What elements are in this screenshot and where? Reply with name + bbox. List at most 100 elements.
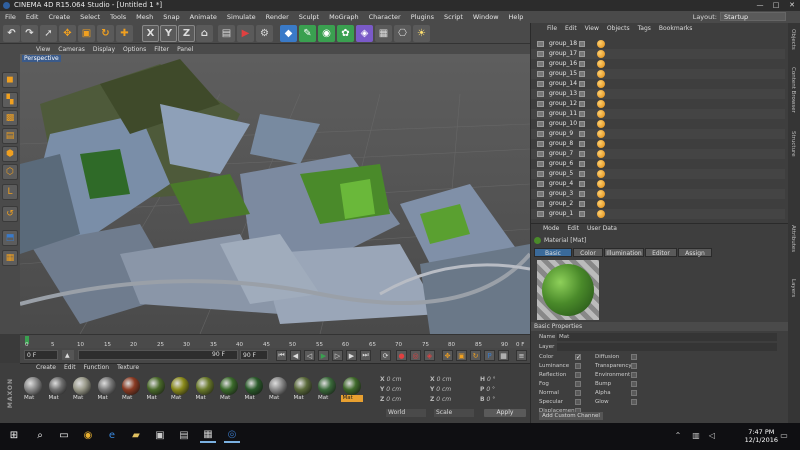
live-selection-icon[interactable]: ➚: [40, 25, 57, 42]
end-frame-field[interactable]: 90 F: [240, 350, 268, 360]
material-tag-icon[interactable]: [597, 50, 605, 58]
render-picture-viewer-icon[interactable]: ▶: [237, 25, 254, 42]
material-swatch[interactable]: Mat: [194, 376, 216, 402]
visibility-toggle-icon[interactable]: [579, 151, 585, 157]
channel-checkbox[interactable]: [575, 363, 581, 369]
object-row[interactable]: group_2: [531, 199, 785, 209]
loop-icon[interactable]: ⟳: [380, 350, 391, 361]
material-tag-icon[interactable]: [597, 80, 605, 88]
object-row[interactable]: group_10: [531, 119, 785, 129]
record-icon[interactable]: ●: [396, 350, 407, 361]
key-rotation-icon[interactable]: ↻: [470, 350, 481, 361]
subdivision-icon[interactable]: ◉: [318, 25, 335, 42]
visibility-toggle-icon[interactable]: [579, 161, 585, 167]
material-swatch[interactable]: Mat: [292, 376, 314, 402]
go-to-start-icon[interactable]: ⏮: [276, 350, 287, 361]
material-tag-icon[interactable]: [597, 100, 605, 108]
menu-edit[interactable]: Edit: [21, 11, 44, 23]
menu-tools[interactable]: Tools: [105, 11, 131, 23]
visibility-toggle-icon[interactable]: [579, 171, 585, 177]
name-field[interactable]: Mat: [557, 333, 777, 341]
apply-button[interactable]: Apply: [484, 409, 526, 417]
object-row[interactable]: group_4: [531, 179, 785, 189]
rotate-icon[interactable]: ↻: [97, 25, 114, 42]
menu-mesh[interactable]: Mesh: [131, 11, 158, 23]
menu-simulate[interactable]: Simulate: [222, 11, 261, 23]
locked-workplane-icon[interactable]: ▦: [2, 250, 18, 266]
channel-checkbox[interactable]: [575, 372, 581, 378]
close-button[interactable]: ✕: [784, 0, 800, 11]
channel-checkbox[interactable]: [631, 372, 637, 378]
visibility-toggle-icon[interactable]: [579, 81, 585, 87]
coord-size-y[interactable]: Y 0 cm: [428, 386, 478, 395]
object-menu-file[interactable]: File: [543, 25, 561, 35]
material-menu-texture[interactable]: Texture: [113, 364, 143, 373]
object-row[interactable]: group_17: [531, 49, 785, 59]
material-tag-icon[interactable]: [597, 110, 605, 118]
chevron-up-icon[interactable]: ⌃: [670, 427, 686, 443]
material-swatch[interactable]: Mat: [316, 376, 338, 402]
side-tab-attributes[interactable]: Attributes: [790, 225, 796, 252]
material-swatch[interactable]: Mat: [71, 376, 93, 402]
material-tag-icon[interactable]: [597, 210, 605, 218]
menu-help[interactable]: Help: [504, 11, 529, 23]
object-row[interactable]: group_9: [531, 129, 785, 139]
visibility-toggle-icon[interactable]: [579, 41, 585, 47]
coord-pos-z[interactable]: Z 0 cm: [378, 396, 428, 405]
material-tag-icon[interactable]: [597, 170, 605, 178]
material-tag-icon[interactable]: [597, 90, 605, 98]
start-frame-stepper[interactable]: ▲: [62, 350, 74, 360]
object-menu-bookmarks[interactable]: Bookmarks: [655, 25, 697, 35]
z-axis-lock-icon[interactable]: Z: [178, 25, 195, 42]
system-clock[interactable]: 7:47 PM 12/1/2016: [745, 428, 778, 444]
volume-icon[interactable]: ◁: [704, 427, 720, 443]
texture-mode-icon[interactable]: ▩: [2, 110, 18, 126]
coord-size-z[interactable]: Z 0 cm: [428, 396, 478, 405]
visibility-toggle-icon[interactable]: [579, 181, 585, 187]
material-tag-icon[interactable]: [597, 140, 605, 148]
object-row[interactable]: group_5: [531, 169, 785, 179]
material-menu-create[interactable]: Create: [32, 364, 60, 373]
viewport-menu-view[interactable]: View: [32, 46, 54, 53]
chrome-icon[interactable]: ◉: [80, 427, 96, 443]
material-swatch[interactable]: Mat: [145, 376, 167, 402]
visibility-toggle-icon[interactable]: [579, 201, 585, 207]
visibility-toggle-icon[interactable]: [579, 71, 585, 77]
material-menu-edit[interactable]: Edit: [60, 364, 80, 373]
tab-editor[interactable]: Editor: [645, 248, 677, 257]
channel-checkbox[interactable]: [631, 363, 637, 369]
menu-character[interactable]: Character: [364, 11, 406, 23]
timeline-ruler[interactable]: 0 5 10 15 20 25 30 35 40 45 50 55 60 65 …: [20, 334, 530, 348]
coord-size-x[interactable]: X 0 cm: [428, 376, 478, 385]
menu-snap[interactable]: Snap: [158, 11, 184, 23]
start-frame-field[interactable]: 0 F: [24, 350, 58, 360]
camera-icon[interactable]: ⎔: [394, 25, 411, 42]
redo-icon[interactable]: ↷: [21, 25, 38, 42]
channel-checkbox[interactable]: [631, 381, 637, 387]
deformer-icon[interactable]: ◈: [356, 25, 373, 42]
channel-checkbox[interactable]: [575, 381, 581, 387]
auto-keying-icon[interactable]: ◎: [410, 350, 421, 361]
material-swatch[interactable]: Mat: [340, 376, 363, 402]
render-view-icon[interactable]: ▤: [218, 25, 235, 42]
previous-key-icon[interactable]: ◀: [290, 350, 301, 361]
menu-render[interactable]: Render: [261, 11, 294, 23]
object-row[interactable]: group_13: [531, 89, 785, 99]
network-icon[interactable]: ▥: [688, 427, 704, 443]
cinema4d-taskbar-icon[interactable]: ◎: [224, 427, 240, 443]
object-row[interactable]: group_12: [531, 99, 785, 109]
coord-pos-x[interactable]: X 0 cm: [378, 376, 428, 385]
tab-basic[interactable]: Basic: [534, 248, 572, 257]
move-icon[interactable]: ✥: [59, 25, 76, 42]
menu-create[interactable]: Create: [43, 11, 75, 23]
viewport-menu-display[interactable]: Display: [89, 46, 119, 53]
material-swatch[interactable]: Mat: [47, 376, 69, 402]
timeline-options-icon[interactable]: ≡: [516, 350, 527, 361]
notification-icon[interactable]: ▭: [776, 427, 792, 443]
attribute-menu-edit[interactable]: Edit: [563, 225, 583, 235]
menu-select[interactable]: Select: [75, 11, 105, 23]
coord-rot-b[interactable]: B 0 °: [478, 396, 528, 405]
task-view-icon[interactable]: ▭: [56, 427, 72, 443]
document-icon[interactable]: ▤: [176, 427, 192, 443]
side-tab-structure[interactable]: Structure: [790, 131, 796, 157]
